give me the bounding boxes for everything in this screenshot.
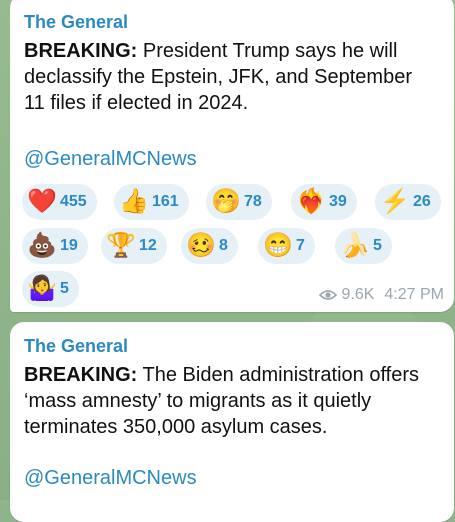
face-with-hand-over-mouth-icon: 🤭	[211, 188, 241, 215]
channel-link[interactable]: @GeneralMCNews	[24, 148, 197, 171]
reaction-count: 5	[373, 237, 382, 254]
reaction-heart-on-fire[interactable]: ❤️‍🔥 39	[291, 184, 357, 220]
reaction-count: 161	[152, 193, 179, 210]
reaction-grinning-face[interactable]: 😁 7	[258, 228, 315, 264]
reaction-woozy-face[interactable]: 🥴 8	[181, 228, 238, 264]
grinning-face-icon: 😁	[263, 232, 293, 259]
reaction-pile-of-poo[interactable]: 💩 19	[22, 228, 88, 264]
reaction-count: 78	[244, 193, 262, 210]
reaction-count: 5	[60, 280, 69, 297]
message-text: BREAKING: The Biden administration offer…	[24, 362, 424, 440]
red-heart-icon: ❤️	[27, 188, 57, 215]
reaction-count: 7	[296, 237, 305, 254]
channel-link[interactable]: @GeneralMCNews	[24, 467, 197, 490]
reaction-count: 8	[219, 237, 228, 254]
message-bubble[interactable]: The General BREAKING: President Trump sa…	[10, 0, 454, 312]
reaction-count: 455	[60, 193, 87, 210]
reaction-thumbs-up[interactable]: 👍 161	[114, 184, 189, 220]
message-time: 4:27 PM	[384, 286, 444, 303]
message-bold-prefix: BREAKING:	[24, 364, 138, 386]
person-shrugging-icon: 🤷‍♀️	[27, 275, 57, 302]
woozy-face-icon: 🥴	[186, 232, 216, 259]
reaction-face-with-hand-over-mouth[interactable]: 🤭 78	[206, 184, 272, 220]
message-text: BREAKING: President Trump says he will d…	[24, 38, 424, 116]
sender-name[interactable]: The General	[24, 12, 128, 33]
reaction-count: 39	[329, 193, 347, 210]
trophy-icon: 🏆	[106, 232, 136, 259]
reaction-count: 12	[139, 237, 157, 254]
message-bubble[interactable]: The General BREAKING: The Biden administ…	[10, 322, 454, 522]
reaction-count: 26	[413, 193, 431, 210]
reaction-trophy[interactable]: 🏆 12	[101, 228, 167, 264]
pile-of-poo-icon: 💩	[27, 232, 57, 259]
thumbs-up-icon: 👍	[119, 188, 149, 215]
reaction-person-shrugging[interactable]: 🤷‍♀️ 5	[22, 271, 79, 307]
eye-icon	[319, 290, 338, 300]
reaction-count: 19	[60, 237, 78, 254]
reaction-banana[interactable]: 🍌 5	[335, 228, 392, 264]
reaction-lightning[interactable]: ⚡ 26	[375, 184, 441, 220]
sender-name[interactable]: The General	[24, 336, 128, 357]
view-count: 9.6K	[341, 286, 375, 303]
reaction-red-heart[interactable]: ❤️ 455	[22, 184, 97, 220]
message-bold-prefix: BREAKING:	[24, 40, 138, 62]
lightning-icon: ⚡	[380, 188, 410, 215]
heart-on-fire-icon: ❤️‍🔥	[296, 188, 326, 215]
message-meta: 9.6K 4:27 PM	[319, 286, 444, 304]
banana-icon: 🍌	[340, 232, 370, 259]
